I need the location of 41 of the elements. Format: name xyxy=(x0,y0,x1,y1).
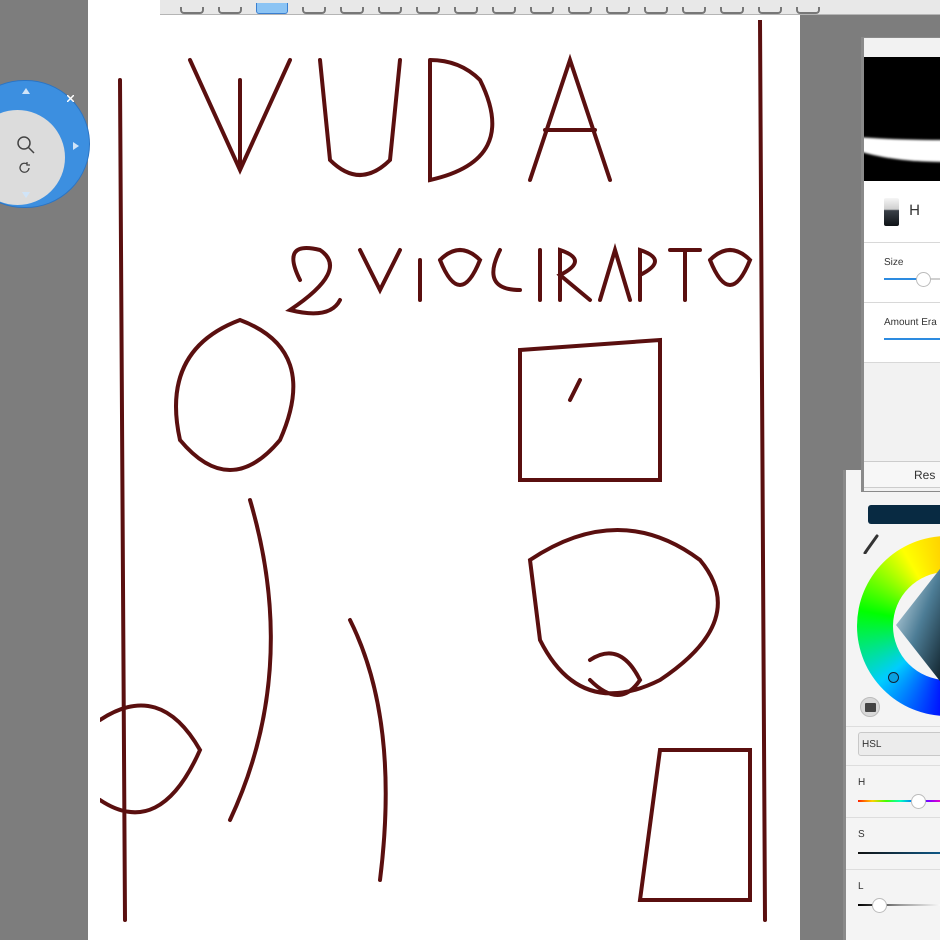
tool-icon[interactable] xyxy=(530,7,554,14)
reset-button[interactable]: Res xyxy=(864,461,940,488)
tool-icon[interactable] xyxy=(378,7,402,14)
slider-label: Size xyxy=(884,256,904,270)
tool-icon[interactable] xyxy=(256,3,288,14)
tool-icon[interactable] xyxy=(758,7,782,14)
tool-icon[interactable] xyxy=(180,7,204,14)
eraser-icon xyxy=(884,198,900,226)
tool-icon[interactable] xyxy=(606,7,630,14)
right-arrow-icon xyxy=(73,142,79,150)
tool-icon[interactable] xyxy=(416,7,440,14)
tool-icon[interactable] xyxy=(796,7,820,14)
brush-name: H xyxy=(909,201,920,222)
slider-thumb[interactable] xyxy=(872,898,888,913)
tool-icon[interactable] xyxy=(682,7,706,14)
slider[interactable] xyxy=(884,272,940,287)
down-arrow-icon xyxy=(22,192,30,198)
tool-icon[interactable] xyxy=(568,7,592,14)
slider[interactable] xyxy=(858,898,940,913)
slider-label: H xyxy=(858,776,866,790)
slider[interactable] xyxy=(858,794,940,809)
close-icon[interactable] xyxy=(67,95,74,102)
tool-icon[interactable] xyxy=(720,7,744,14)
slider-thumb[interactable] xyxy=(916,272,932,287)
eyedropper-icon[interactable] xyxy=(863,534,879,554)
tool-icon[interactable] xyxy=(644,7,668,14)
current-color-swatch xyxy=(868,505,940,524)
tool-icon[interactable] xyxy=(454,7,478,14)
color-mode-dropdown[interactable]: HSL xyxy=(858,732,940,756)
slider-label: S xyxy=(858,828,866,842)
tool-icon[interactable] xyxy=(492,7,516,14)
slider-label: Amount Era xyxy=(884,316,938,330)
slider-thumb[interactable] xyxy=(910,794,926,809)
tool-icon[interactable] xyxy=(340,7,364,14)
color-swap-icon[interactable] xyxy=(860,697,880,717)
tool-icon[interactable] xyxy=(302,7,326,14)
slider-label: L xyxy=(858,880,865,894)
search-icon xyxy=(16,135,36,155)
tool-icon[interactable] xyxy=(218,7,242,14)
up-arrow-icon xyxy=(22,88,30,94)
rotate-icon xyxy=(18,161,32,175)
